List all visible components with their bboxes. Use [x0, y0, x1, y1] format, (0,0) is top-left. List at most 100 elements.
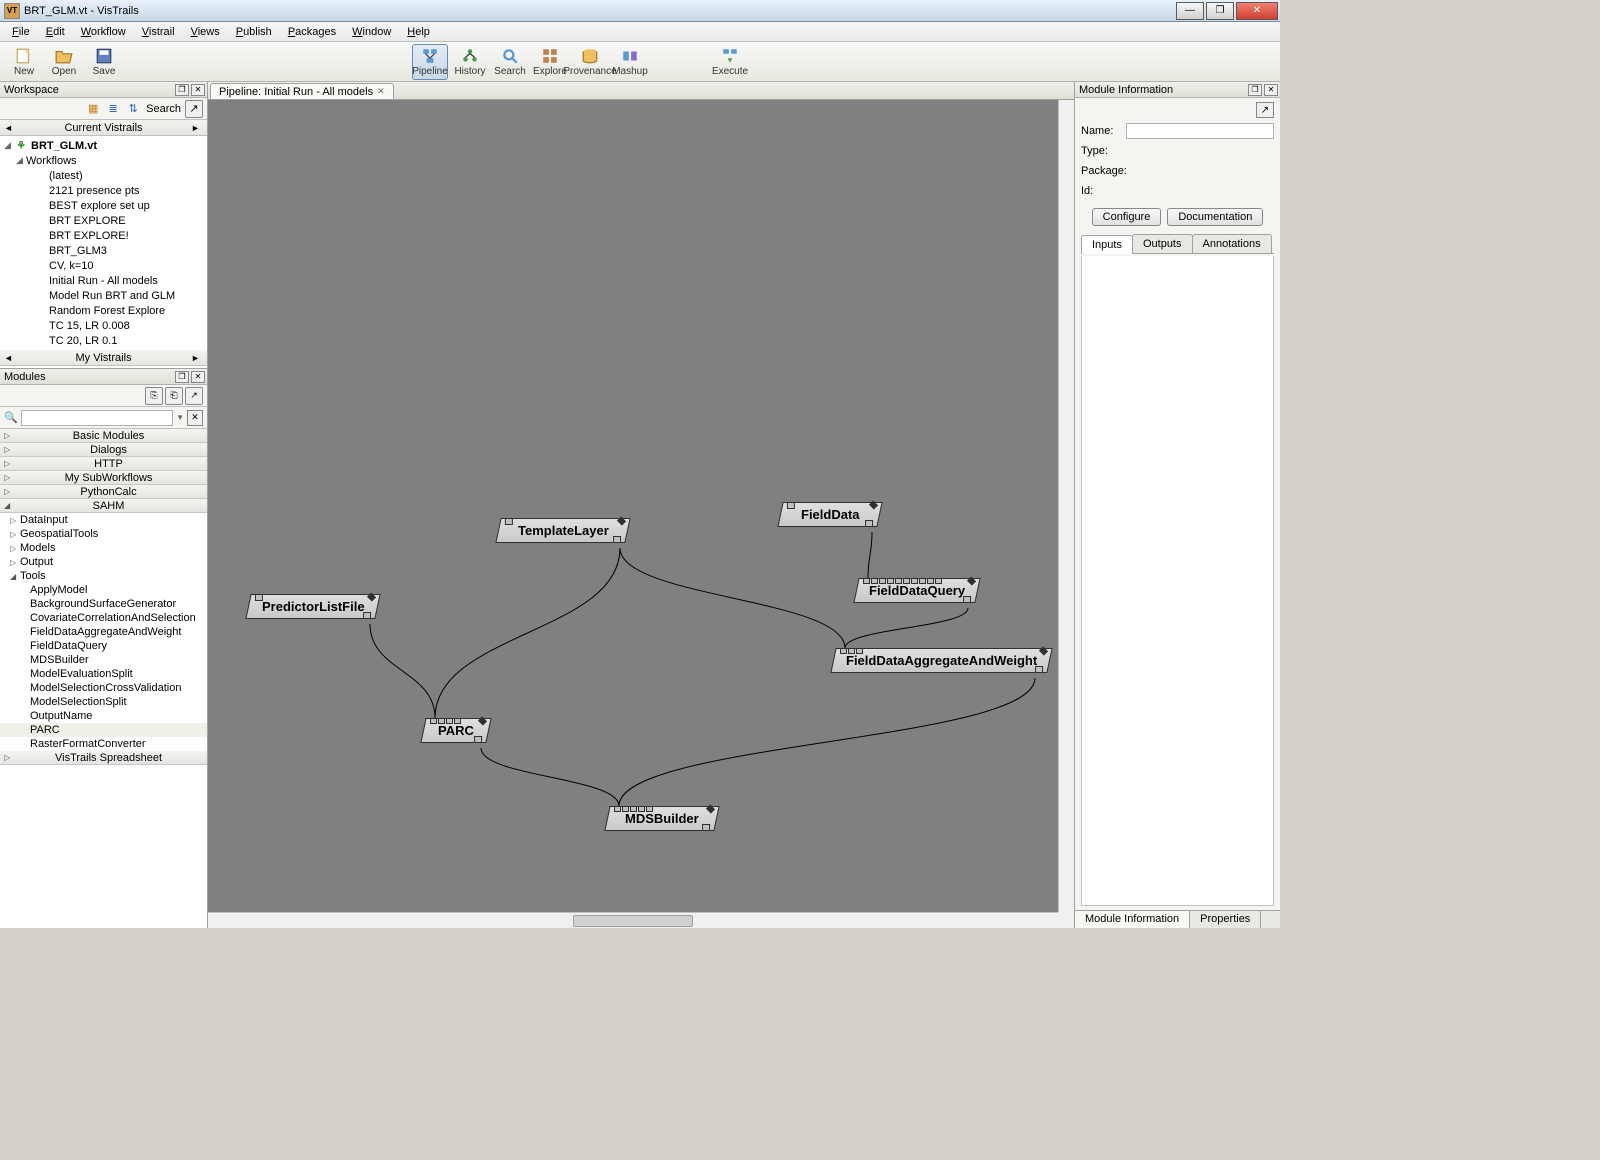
tree-item[interactable]: Random Forest Explore: [0, 303, 207, 318]
execute-button[interactable]: Execute: [712, 44, 748, 80]
module-item[interactable]: ModelEvaluationSplit: [0, 667, 207, 681]
close-icon[interactable]: ✕: [191, 84, 205, 96]
pin-icon[interactable]: ↗: [185, 100, 203, 118]
tree-item[interactable]: Model Run BRT and GLM: [0, 288, 207, 303]
configure-button[interactable]: Configure: [1092, 208, 1162, 226]
module-name-input[interactable]: [1126, 123, 1274, 139]
minimize-button[interactable]: ―: [1176, 2, 1204, 20]
module-category[interactable]: ▷My SubWorkflows: [0, 471, 207, 485]
save-icon: [95, 47, 113, 65]
info-tab-outputs[interactable]: Outputs: [1132, 234, 1193, 253]
module-item[interactable]: BackgroundSurfaceGenerator: [0, 597, 207, 611]
menu-file[interactable]: File: [4, 24, 38, 40]
paste-icon[interactable]: ⎗: [165, 387, 183, 405]
module-group[interactable]: ◢Tools: [0, 569, 207, 583]
tree-item[interactable]: BRT EXPLORE!: [0, 228, 207, 243]
module-item[interactable]: CovariateCorrelationAndSelection: [0, 611, 207, 625]
menu-workflow[interactable]: Workflow: [73, 24, 134, 40]
history-button[interactable]: History: [452, 44, 488, 80]
maximize-button[interactable]: ❐: [1206, 2, 1234, 20]
module-category[interactable]: ▷Basic Modules: [0, 429, 207, 443]
search-button[interactable]: Search: [492, 44, 528, 80]
module-item[interactable]: FieldDataQuery: [0, 639, 207, 653]
documentation-button[interactable]: Documentation: [1167, 208, 1263, 226]
expand-icon[interactable]: ↗: [1256, 102, 1274, 118]
module-group[interactable]: ▷GeospatialTools: [0, 527, 207, 541]
module-group[interactable]: ▷DataInput: [0, 513, 207, 527]
module-item[interactable]: ApplyModel: [0, 583, 207, 597]
module-group[interactable]: ▷Models: [0, 541, 207, 555]
provenance-button[interactable]: Provenance: [572, 44, 608, 80]
module-category[interactable]: ▷PythonCalc: [0, 485, 207, 499]
tree-item[interactable]: TC 15, LR 0.008: [0, 318, 207, 333]
clear-search-icon[interactable]: ✕: [187, 410, 203, 426]
current-vistrails-header[interactable]: ◄ Current Vistrails ►: [0, 120, 207, 136]
module-category[interactable]: ▷HTTP: [0, 457, 207, 471]
module-item[interactable]: ModelSelectionSplit: [0, 695, 207, 709]
sort-icon[interactable]: ⇅: [124, 100, 142, 118]
pipeline-node-parc[interactable]: PARC: [420, 718, 491, 743]
module-item[interactable]: OutputName: [0, 709, 207, 723]
tree-item[interactable]: (latest): [0, 168, 207, 183]
menu-views[interactable]: Views: [183, 24, 228, 40]
pipeline-node-fdagg[interactable]: FieldDataAggregateAndWeight: [830, 648, 1052, 673]
close-button[interactable]: ✕: [1236, 2, 1278, 20]
tree-item[interactable]: Initial Run - All models: [0, 273, 207, 288]
pipeline-button[interactable]: Pipeline: [412, 44, 448, 80]
open-button[interactable]: Open: [46, 44, 82, 80]
module-item[interactable]: FieldDataAggregateAndWeight: [0, 625, 207, 639]
pipeline-node-predlist[interactable]: PredictorListFile: [245, 594, 380, 619]
menu-publish[interactable]: Publish: [228, 24, 280, 40]
tree-item[interactable]: BRT_GLM3: [0, 243, 207, 258]
menu-window[interactable]: Window: [344, 24, 399, 40]
undock-icon[interactable]: ❐: [1248, 84, 1262, 96]
pipeline-node-fielddata[interactable]: FieldData: [777, 502, 882, 527]
tree-item[interactable]: CV, k=10: [0, 258, 207, 273]
module-category[interactable]: ▷Dialogs: [0, 443, 207, 457]
module-item[interactable]: ModelSelectionCrossValidation: [0, 681, 207, 695]
bottom-tab-properties[interactable]: Properties: [1190, 911, 1261, 928]
pipeline-node-template[interactable]: TemplateLayer: [495, 518, 630, 543]
list-toggle-icon[interactable]: ≣: [104, 100, 122, 118]
expand-icon[interactable]: ↗: [185, 387, 203, 405]
menu-vistrail[interactable]: Vistrail: [134, 24, 183, 40]
new-button[interactable]: New: [6, 44, 42, 80]
save-button[interactable]: Save: [86, 44, 122, 80]
menu-packages[interactable]: Packages: [280, 24, 344, 40]
grid-view-icon[interactable]: ▦: [84, 100, 102, 118]
copy-icon[interactable]: ⎘: [145, 387, 163, 405]
tree-item[interactable]: BEST explore set up: [0, 198, 207, 213]
bottom-tab-module-information[interactable]: Module Information: [1075, 911, 1190, 928]
tree-workflows[interactable]: ◢Workflows: [0, 153, 207, 168]
info-tab-inputs[interactable]: Inputs: [1081, 235, 1133, 254]
provenance-icon: [581, 47, 599, 65]
close-icon[interactable]: ✕: [1264, 84, 1278, 96]
module-category[interactable]: ◢SAHM: [0, 499, 207, 513]
pipeline-node-fdquery[interactable]: FieldDataQuery: [853, 578, 980, 603]
tree-item[interactable]: BRT EXPLORE: [0, 213, 207, 228]
module-item[interactable]: PARC: [0, 723, 207, 737]
pipeline-canvas[interactable]: PredictorListFile TemplateLayer FieldData F…: [208, 100, 1074, 928]
vertical-scrollbar[interactable]: [1058, 100, 1074, 912]
close-icon[interactable]: ✕: [191, 371, 205, 383]
mashup-button[interactable]: Mashup: [612, 44, 648, 80]
menu-edit[interactable]: Edit: [38, 24, 73, 40]
pipeline-node-mds[interactable]: MDSBuilder: [604, 806, 719, 831]
info-tab-annotations[interactable]: Annotations: [1192, 234, 1272, 253]
workspace-tree[interactable]: ◢⚘BRT_GLM.vt◢Workflows(latest)2121 prese…: [0, 136, 207, 368]
close-tab-icon[interactable]: ✕: [377, 86, 385, 97]
undock-icon[interactable]: ❐: [175, 84, 189, 96]
undock-icon[interactable]: ❐: [175, 371, 189, 383]
module-item[interactable]: MDSBuilder: [0, 653, 207, 667]
module-group[interactable]: ▷Output: [0, 555, 207, 569]
module-search-input[interactable]: [21, 410, 173, 426]
tree-item[interactable]: TC 20, LR 0.1: [0, 333, 207, 348]
pipeline-tab[interactable]: Pipeline: Initial Run - All models ✕: [210, 83, 394, 99]
module-list[interactable]: ▷Basic Modules▷Dialogs▷HTTP▷My SubWorkfl…: [0, 429, 207, 928]
tree-root[interactable]: ◢⚘BRT_GLM.vt: [0, 138, 207, 153]
horizontal-scrollbar[interactable]: [208, 912, 1058, 928]
module-item[interactable]: RasterFormatConverter: [0, 737, 207, 751]
tree-item[interactable]: 2121 presence pts: [0, 183, 207, 198]
menu-help[interactable]: Help: [399, 24, 438, 40]
module-category[interactable]: ▷VisTrails Spreadsheet: [0, 751, 207, 765]
